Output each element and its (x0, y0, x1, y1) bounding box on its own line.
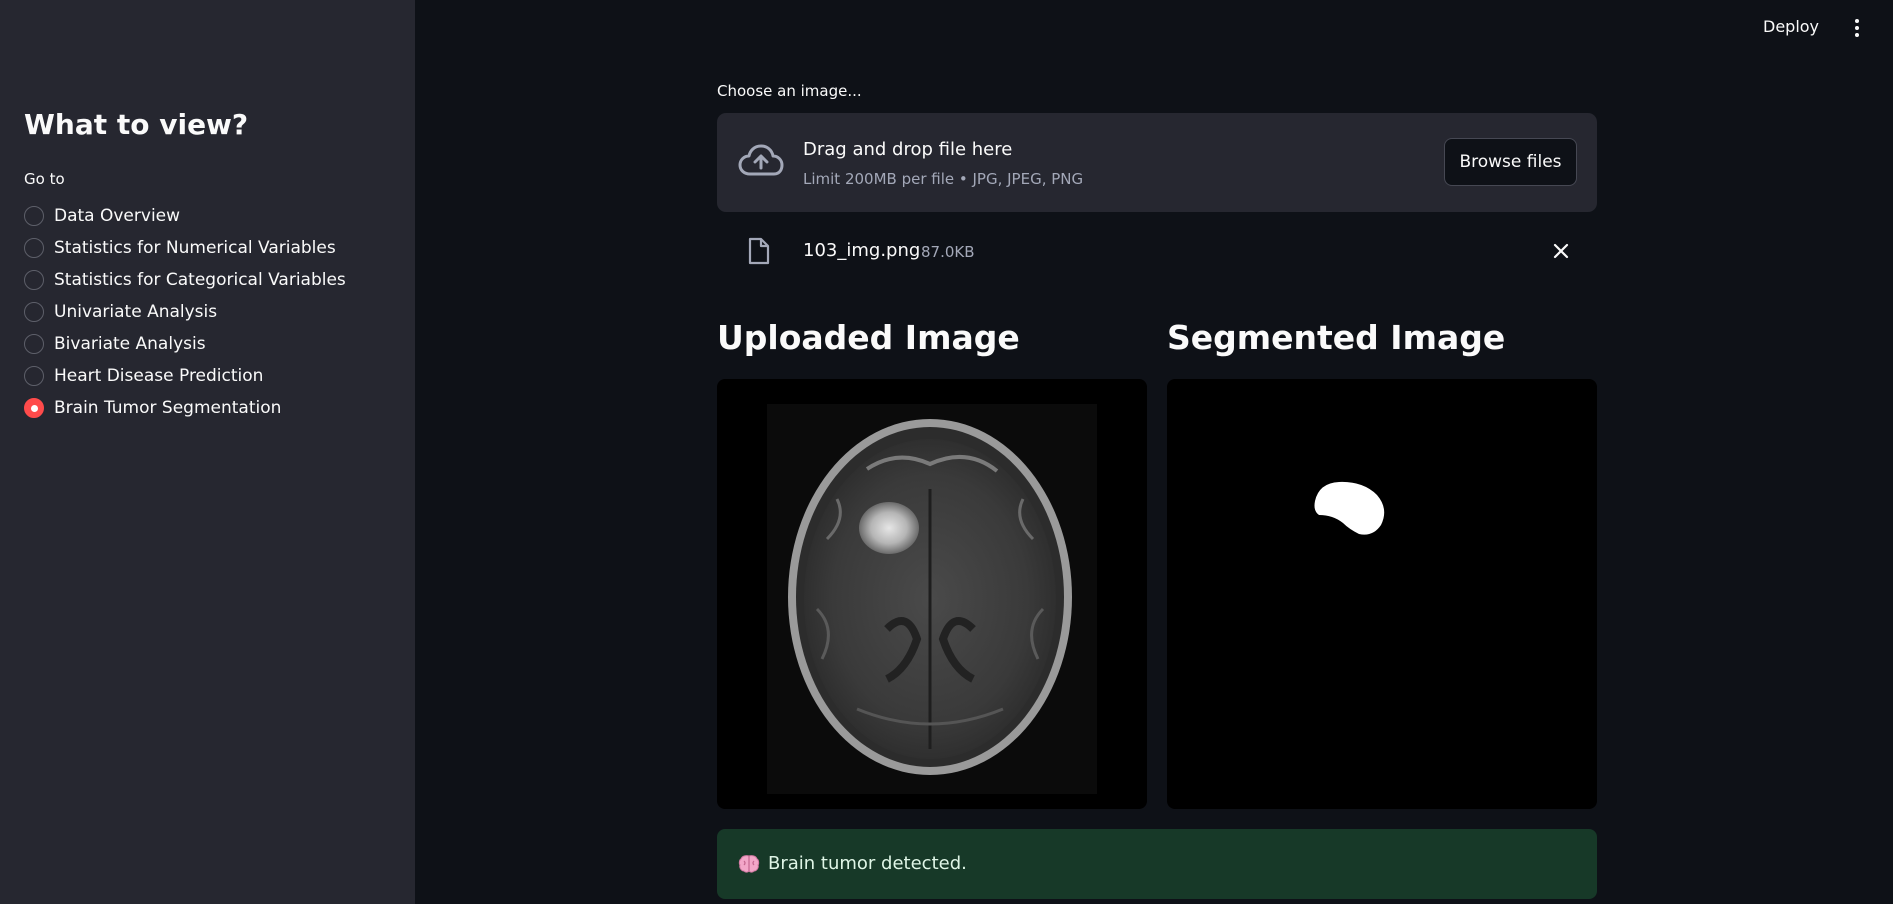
radio-option-label: Heart Disease Prediction (54, 366, 264, 386)
radio-button-selected[interactable] (24, 398, 44, 418)
menu-dot (1855, 19, 1859, 23)
deploy-button[interactable]: Deploy (1763, 17, 1819, 36)
radio-option-statistics-categorical[interactable]: Statistics for Categorical Variables (24, 264, 346, 296)
file-dropzone[interactable]: Drag and drop file here Limit 200MB per … (717, 113, 1597, 212)
sidebar-title: What to view? (24, 108, 249, 141)
radio-button[interactable] (24, 302, 44, 322)
kebab-menu-icon[interactable] (1850, 16, 1864, 40)
segmented-image-heading: Segmented Image (1167, 318, 1506, 357)
tumor-mask-region (1314, 481, 1385, 535)
radio-option-brain-tumor-segmentation[interactable]: Brain Tumor Segmentation (24, 392, 346, 424)
radio-option-univariate-analysis[interactable]: Univariate Analysis (24, 296, 346, 328)
remove-file-icon[interactable] (1552, 242, 1570, 260)
dropzone-title: Drag and drop file here (803, 139, 1013, 160)
file-size: 87.0KB (921, 243, 975, 261)
tumor-mask-image (1314, 481, 1385, 535)
browse-files-button[interactable]: Browse files (1444, 138, 1577, 186)
brain-mri-image (767, 404, 1097, 794)
uploaded-image (717, 379, 1147, 809)
dropzone-limit-text: Limit 200MB per file • JPG, JPEG, PNG (803, 170, 1084, 188)
radio-option-bivariate-analysis[interactable]: Bivariate Analysis (24, 328, 346, 360)
radio-option-label: Statistics for Numerical Variables (54, 238, 336, 258)
radio-option-statistics-numerical[interactable]: Statistics for Numerical Variables (24, 232, 346, 264)
app: What to view? Go to Data Overview Statis… (0, 0, 1893, 904)
radio-option-label: Brain Tumor Segmentation (54, 398, 282, 418)
radio-option-data-overview[interactable]: Data Overview (24, 200, 346, 232)
radio-button[interactable] (24, 238, 44, 258)
brain-icon (738, 855, 760, 873)
radio-group-label: Go to (24, 170, 65, 188)
segmented-image (1167, 379, 1597, 809)
radio-button[interactable] (24, 334, 44, 354)
uploaded-file-row: 103_img.png 87.0KB (717, 228, 1597, 274)
radio-button[interactable] (24, 366, 44, 386)
radio-option-label: Data Overview (54, 206, 181, 226)
menu-dot (1855, 26, 1859, 30)
cloud-upload-icon (738, 144, 784, 176)
file-icon (748, 237, 770, 265)
menu-dot (1855, 33, 1859, 37)
uploaded-image-heading: Uploaded Image (717, 318, 1020, 357)
radio-button[interactable] (24, 270, 44, 290)
sidebar: What to view? Go to Data Overview Statis… (0, 0, 415, 904)
radio-button[interactable] (24, 206, 44, 226)
radio-option-label: Statistics for Categorical Variables (54, 270, 346, 290)
file-name: 103_img.png (803, 240, 921, 261)
radio-option-label: Univariate Analysis (54, 302, 218, 322)
success-alert: Brain tumor detected. (717, 829, 1597, 899)
navigation-radio-group: Data Overview Statistics for Numerical V… (24, 200, 346, 424)
file-uploader-label: Choose an image... (717, 82, 862, 100)
radio-option-heart-disease-prediction[interactable]: Heart Disease Prediction (24, 360, 346, 392)
radio-option-label: Bivariate Analysis (54, 334, 206, 354)
alert-message: Brain tumor detected. (768, 853, 967, 874)
